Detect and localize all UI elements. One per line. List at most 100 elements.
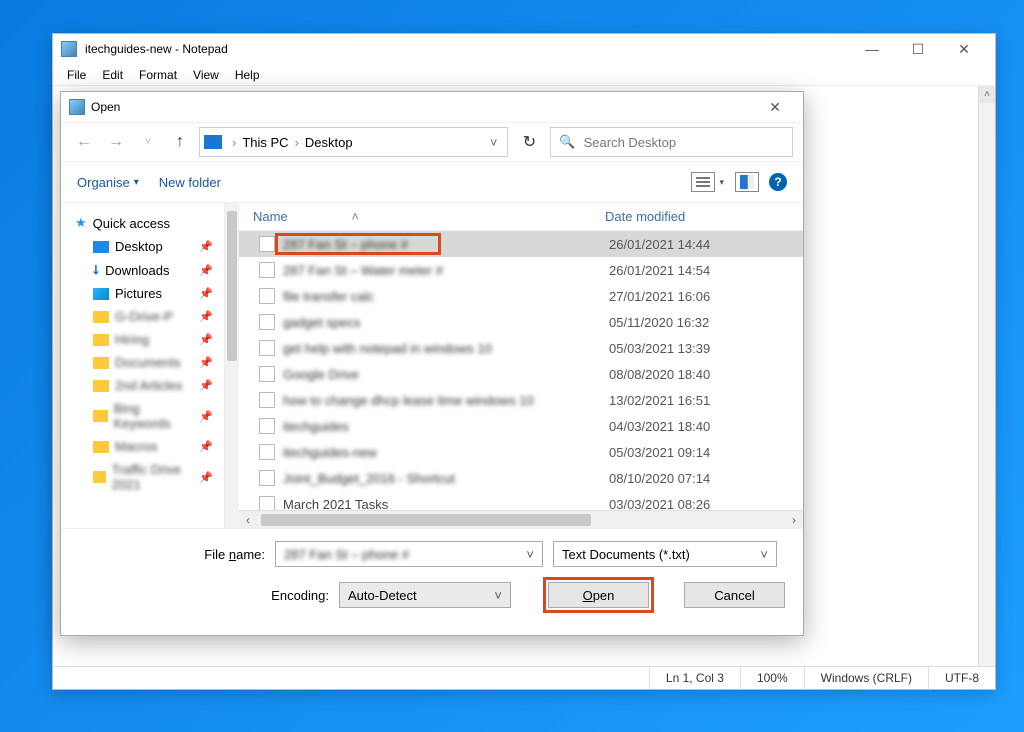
cancel-button[interactable]: Cancel [684,582,785,608]
sidebar-item[interactable]: 2nd Articles📌 [71,374,235,397]
refresh-button[interactable]: ↻ [514,127,544,157]
chevron-right-icon: › [291,135,303,150]
breadcrumb-folder[interactable]: Desktop [305,135,353,150]
help-icon[interactable]: ? [769,173,787,191]
recent-dropdown-icon[interactable]: ˅ [135,129,161,155]
sidebar-item[interactable]: Bing Keywords 📌 [71,397,235,435]
filetype-select[interactable]: Text Documents (*.txt)˅ [553,541,777,567]
up-button[interactable]: ↑ [167,129,193,155]
search-icon: 🔍 [559,134,575,150]
pin-icon: 📌 [199,240,213,253]
pin-icon: 📌 [199,471,213,484]
breadcrumb-root[interactable]: This PC [242,135,288,150]
organise-button[interactable]: Organise▾ [77,175,139,190]
sidebar-item[interactable]: Macros📌 [71,435,235,458]
open-button[interactable]: Open [548,582,649,608]
file-name: itechguides-new [283,445,609,460]
open-dialog: Open ✕ ← → ˅ ↑ › This PC › Desktop ˅ ↻ 🔍… [60,91,804,636]
sidebar-item-label: Pictures [115,286,162,301]
sidebar-item[interactable]: Pictures📌 [71,282,235,305]
file-date: 08/10/2020 07:14 [609,471,710,486]
file-date: 08/08/2020 18:40 [609,367,710,382]
menu-file[interactable]: File [59,66,94,84]
filename-input[interactable]: 287 Fan St – phone #˅ [275,541,543,567]
file-icon [259,496,275,510]
sidebar-item[interactable]: Documents📌 [71,351,235,374]
file-row[interactable]: Google Drive08/08/2020 18:40 [239,361,803,387]
file-row[interactable]: itechguides04/03/2021 18:40 [239,413,803,439]
scroll-right-icon[interactable]: › [785,513,803,527]
sidebar-item-label: Hiring [115,332,149,347]
pin-icon: 📌 [199,410,213,423]
sidebar-item-label: Bing Keywords [114,401,194,431]
minimize-button[interactable]: — [849,34,895,64]
sidebar-quick-access[interactable]: ★ Quick access [71,211,235,235]
breadcrumb-dropdown-icon[interactable]: ˅ [484,135,504,150]
file-date: 13/02/2021 16:51 [609,393,710,408]
sidebar-item[interactable]: Traffic Drive 2021📌 [71,458,235,496]
file-name: 287 Fan St – phone # [283,237,609,252]
scrollbar-thumb[interactable] [261,514,591,526]
dialog-icon [69,99,85,115]
this-pc-icon [204,135,222,149]
status-zoom: 100% [740,667,804,689]
file-row[interactable]: file transfer calc27/01/2021 16:06 [239,283,803,309]
new-folder-button[interactable]: New folder [159,175,221,190]
scroll-left-icon[interactable]: ‹ [239,513,257,527]
encoding-select[interactable]: Auto-Detect˅ [339,582,511,608]
menu-format[interactable]: Format [131,66,185,84]
file-row[interactable]: gadget specs05/11/2020 16:32 [239,309,803,335]
sidebar-item[interactable]: G-Drive-P📌 [71,305,235,328]
sidebar-item[interactable]: Hiring📌 [71,328,235,351]
file-name: itechguides [283,419,609,434]
dialog-titlebar: Open ✕ [61,92,803,122]
file-row[interactable]: get help with notepad in windows 1005/03… [239,335,803,361]
menu-edit[interactable]: Edit [94,66,131,84]
preview-pane-button[interactable] [735,172,759,192]
maximize-button[interactable]: ☐ [895,34,941,64]
file-date: 05/03/2021 09:14 [609,445,710,460]
file-date: 05/11/2020 16:32 [609,315,709,330]
folder-icon [93,410,108,422]
breadcrumb[interactable]: › This PC › Desktop ˅ [199,127,508,157]
annotation-highlight: Open [543,577,654,613]
chevron-down-icon[interactable]: ˅ [526,547,534,562]
file-row[interactable]: 287 Fan St – phone #26/01/2021 14:44 [239,231,803,257]
folder-icon [93,441,109,453]
sidebar-scrollbar[interactable] [224,203,239,528]
dialog-title: Open [91,100,755,114]
view-mode-button[interactable]: ▾ [691,172,715,192]
folder-icon [93,241,109,253]
menu-help[interactable]: Help [227,66,268,84]
file-icon [259,314,275,330]
file-icon [259,340,275,356]
vertical-scrollbar[interactable]: ˄ [978,86,995,666]
file-list-header[interactable]: Name ˄ Date modified [239,203,803,231]
file-icon [259,392,275,408]
file-row[interactable]: March 2021 Tasks03/03/2021 08:26 [239,491,803,510]
file-row[interactable]: 287 Fan St – Water meter #26/01/2021 14:… [239,257,803,283]
search-input[interactable]: 🔍 Search Desktop [550,127,793,157]
back-button[interactable]: ← [71,129,97,155]
window-controls: — ☐ ✕ [849,34,987,64]
dialog-bottom: File name: 287 Fan St – phone #˅ Text Do… [61,528,803,635]
file-icon [259,262,275,278]
file-name: Joint_Budget_2016 - Shortcut [283,471,609,486]
dialog-close-button[interactable]: ✕ [755,99,795,116]
file-date: 26/01/2021 14:54 [609,263,710,278]
status-eol: Windows (CRLF) [804,667,928,689]
sidebar-item[interactable]: Desktop📌 [71,235,235,258]
file-row[interactable]: how to change dhcp lease time windows 10… [239,387,803,413]
file-list-body[interactable]: 287 Fan St – phone #26/01/2021 14:44287 … [239,231,803,510]
scroll-up-icon[interactable]: ˄ [979,86,995,103]
forward-button[interactable]: → [103,129,129,155]
horizontal-scrollbar[interactable]: ‹ › [239,510,803,528]
close-button[interactable]: ✕ [941,34,987,64]
file-row[interactable]: Joint_Budget_2016 - Shortcut08/10/2020 0… [239,465,803,491]
menu-view[interactable]: View [185,66,227,84]
file-row[interactable]: itechguides-new05/03/2021 09:14 [239,439,803,465]
sidebar-item[interactable]: ⭣Downloads📌 [71,258,235,282]
chevron-down-icon[interactable]: ˅ [760,547,768,562]
chevron-down-icon[interactable]: ▾ [719,177,724,188]
chevron-down-icon[interactable]: ˅ [494,588,502,603]
